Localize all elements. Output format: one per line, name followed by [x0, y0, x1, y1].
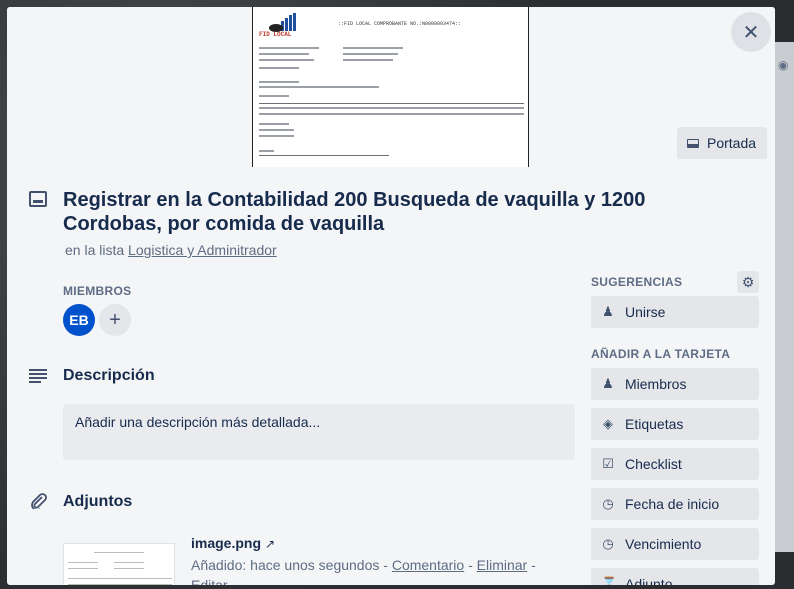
thumb-line [94, 552, 144, 553]
labels-button[interactable]: ◈ Etiquetas [591, 408, 759, 440]
paperclip-icon: ⌛ [601, 576, 618, 585]
description-icon [29, 369, 47, 383]
doc-line [259, 113, 524, 115]
members-button[interactable]: ♟ Miembros [591, 368, 759, 400]
list-info: en la lista Logistica y Adminitrador [65, 242, 277, 258]
checklist-button-label: Checklist [625, 456, 682, 472]
doc-line [259, 95, 289, 97]
thumb-line [68, 568, 98, 569]
card-detail-modal: FID LOCAL ::FID LOCAL COMPROBANTE NO.:N0… [7, 7, 775, 585]
doc-line [343, 59, 393, 61]
attachment-meta: Añadido: hace unos segundos - Comentario… [191, 555, 571, 585]
description-input[interactable]: Añadir una descripción más detallada... [63, 404, 575, 460]
doc-line [259, 129, 294, 131]
doc-line [259, 107, 524, 109]
gear-icon[interactable]: ⚙ [737, 271, 759, 293]
thumb-line [114, 562, 144, 563]
members-button-label: Miembros [625, 376, 687, 392]
avatar[interactable]: EB [63, 304, 95, 336]
doc-line [259, 86, 379, 88]
cover-button-label: Portada [707, 135, 757, 151]
edit-link[interactable]: Editar [191, 577, 228, 585]
doc-line [259, 155, 389, 156]
checkbox-icon: ☑ [602, 456, 614, 471]
doc-line [259, 150, 274, 152]
doc-line [259, 67, 299, 69]
cover-button[interactable]: Portada [677, 127, 767, 159]
card-icon [687, 138, 699, 148]
doc-line [259, 47, 319, 49]
close-icon: ✕ [742, 21, 760, 44]
due-date-button[interactable]: ◷ Vencimiento [591, 528, 759, 560]
card-cover: FID LOCAL ::FID LOCAL COMPROBANTE NO.:N0… [7, 7, 775, 167]
doc-line [259, 103, 524, 104]
thumb-line [68, 584, 172, 585]
checklist-button[interactable]: ☑ Checklist [591, 448, 759, 480]
list-link[interactable]: Logistica y Adminitrador [128, 242, 277, 258]
thumb-line [68, 578, 172, 579]
attachments-title: Adjuntos [63, 493, 133, 510]
thumb-line [114, 568, 144, 569]
join-label: Unirse [625, 304, 666, 320]
suggestions-label: SUGERENCIAS [591, 275, 683, 289]
add-to-card-label: AÑADIR A LA TARJETA [591, 347, 731, 361]
start-date-button-label: Fecha de inicio [625, 496, 720, 512]
cover-image[interactable]: FID LOCAL ::FID LOCAL COMPROBANTE NO.:N0… [252, 7, 529, 167]
person-icon: ♟ [602, 376, 614, 391]
doc-line [259, 81, 299, 83]
attachment-thumbnail[interactable] [63, 543, 175, 585]
eye-icon: ◉ [778, 58, 789, 72]
doc-line [343, 53, 398, 55]
doc-line [259, 59, 314, 61]
paperclip-icon [31, 493, 47, 509]
tag-icon: ◈ [603, 416, 613, 431]
card-icon [29, 191, 47, 207]
attachment-added: Añadido: hace unos segundos - [191, 557, 388, 573]
attachment-button-label: Adjunto [625, 576, 673, 585]
close-button[interactable]: ✕ [731, 12, 771, 52]
separator: - [468, 557, 473, 573]
thumb-line [68, 562, 98, 563]
list-prefix: en la lista [65, 242, 125, 258]
person-icon: ♟ [602, 304, 614, 319]
clock-icon: ◷ [602, 536, 614, 551]
delete-link[interactable]: Eliminar [477, 557, 528, 573]
start-date-button[interactable]: ◷ Fecha de inicio [591, 488, 759, 520]
members-label: MIEMBROS [63, 284, 132, 298]
doc-line [259, 135, 294, 137]
separator: - [531, 557, 536, 573]
external-link-icon[interactable]: ↗ [265, 537, 275, 551]
clock-icon: ◷ [602, 496, 614, 511]
attachment-file-name[interactable]: image.png [191, 535, 261, 551]
attachment-name[interactable]: image.png ↗ [191, 535, 275, 551]
join-button[interactable]: ♟ Unirse [591, 296, 759, 328]
attachment-button[interactable]: ⌛ Adjunto [591, 568, 759, 585]
background-card [774, 42, 794, 552]
description-title: Descripción [63, 367, 155, 384]
doc-line [259, 123, 289, 125]
labels-button-label: Etiquetas [625, 416, 684, 432]
card-title[interactable]: Registrar en la Contabilidad 200 Busqued… [63, 188, 743, 236]
add-member-button[interactable]: + [99, 304, 131, 336]
due-date-button-label: Vencimiento [625, 536, 702, 552]
doc-line [259, 53, 309, 55]
doc-logo-text: FID LOCAL [259, 31, 292, 38]
doc-line [343, 47, 403, 49]
doc-header: ::FID LOCAL COMPROBANTE NO.:N0000003474:… [338, 21, 462, 27]
comment-link[interactable]: Comentario [392, 557, 464, 573]
